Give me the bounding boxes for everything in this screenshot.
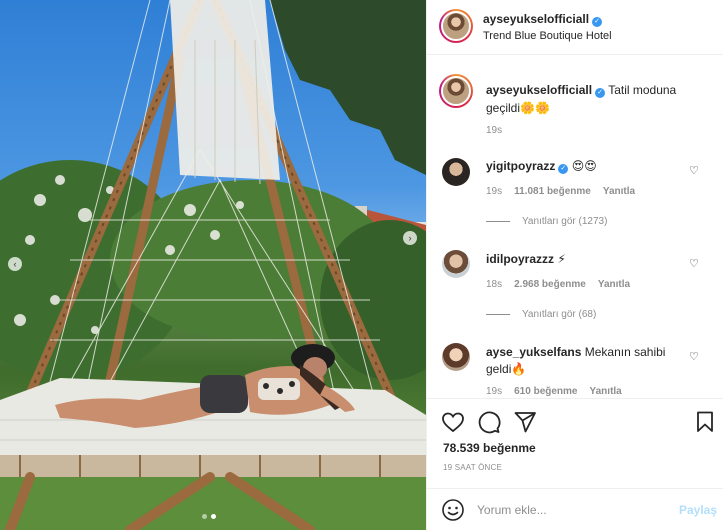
view-replies-label[interactable]: Yanıtları gör (68) xyxy=(522,309,596,320)
comment-text: idilpoyrazzz ⚡ xyxy=(486,251,686,268)
carousel-dot xyxy=(202,514,207,519)
avatar[interactable] xyxy=(442,158,470,186)
avatar[interactable] xyxy=(442,343,470,371)
post-side-panel: ayseyukselofficiall ✓ Trend Blue Boutique… xyxy=(426,0,723,530)
carousel-dot-active xyxy=(211,514,216,519)
post-header: ayseyukselofficiall ✓ Trend Blue Boutique… xyxy=(427,0,723,55)
comment-text: yigitpoyrazz ✓ 😍😍 xyxy=(486,158,686,175)
post-timestamp[interactable]: 19 SAAT ÖNCE xyxy=(443,463,502,472)
photo-illustration xyxy=(0,0,426,530)
comment-meta: 19s 11.081 beğenme Yanıtla xyxy=(486,186,635,197)
like-count[interactable]: 78.539 beğenme xyxy=(443,441,536,455)
share-icon[interactable] xyxy=(513,410,537,434)
comment-time[interactable]: 18s xyxy=(486,279,502,290)
comment-username[interactable]: idilpoyrazzz xyxy=(486,252,554,266)
verified-badge-icon: ✓ xyxy=(592,17,603,27)
comment-icon[interactable] xyxy=(477,410,501,434)
reply-button[interactable]: Yanıtla xyxy=(603,186,635,197)
comments-scroll[interactable]: ayseyukselofficiall ✓ Tatil moduna geçild… xyxy=(427,55,723,398)
comment-time[interactable]: 19s xyxy=(486,386,502,397)
heart-icon[interactable] xyxy=(441,410,465,434)
add-comment-bar: Paylaş xyxy=(427,488,723,530)
view-replies-button[interactable]: Yanıtları gör (68) xyxy=(486,309,596,320)
post-location[interactable]: Trend Blue Boutique Hotel xyxy=(483,30,612,42)
comment-body: ⚡ xyxy=(557,252,566,266)
verified-badge-icon: ✓ xyxy=(558,164,569,174)
verified-badge-icon: ✓ xyxy=(595,88,606,98)
bookmark-icon[interactable] xyxy=(693,410,717,434)
reply-button[interactable]: Yanıtla xyxy=(590,386,622,397)
replies-divider xyxy=(486,314,510,315)
post-comment-button[interactable]: Paylaş xyxy=(679,503,717,517)
heart-icon[interactable]: ♡ xyxy=(689,164,699,177)
view-replies-label[interactable]: Yanıtları gör (1273) xyxy=(522,216,607,227)
avatar[interactable] xyxy=(439,9,473,43)
comment-body: 😍😍 xyxy=(571,159,597,173)
reply-button[interactable]: Yanıtla xyxy=(598,279,630,290)
replies-divider xyxy=(486,221,510,222)
comment-input[interactable] xyxy=(477,500,667,520)
caption-username[interactable]: ayseyukselofficiall xyxy=(486,83,592,97)
post-actions: 78.539 beğenme 19 SAAT ÖNCE xyxy=(427,398,723,488)
comment-likes[interactable]: 11.081 beğenme xyxy=(514,186,591,197)
smiley-icon[interactable] xyxy=(441,498,465,522)
chevron-left-icon[interactable]: ‹ xyxy=(8,257,22,271)
heart-icon[interactable]: ♡ xyxy=(689,350,699,363)
comment-time[interactable]: 19s xyxy=(486,186,502,197)
heart-icon[interactable]: ♡ xyxy=(689,257,699,270)
comment-username[interactable]: yigitpoyrazz xyxy=(486,159,555,173)
caption: ayseyukselofficiall ✓ Tatil moduna geçild… xyxy=(486,81,711,117)
avatar[interactable] xyxy=(442,250,470,278)
comment-meta: 19s 610 beğenme Yanıtla xyxy=(486,386,622,397)
chevron-right-icon[interactable]: › xyxy=(403,231,417,245)
caption-avatar[interactable] xyxy=(439,74,473,108)
post-photo[interactable]: ‹ › xyxy=(0,0,426,530)
view-replies-button[interactable]: Yanıtları gör (1273) xyxy=(486,216,607,227)
author-username[interactable]: ayseyukselofficiall ✓ xyxy=(483,12,603,27)
carousel-indicator xyxy=(202,514,216,519)
comment-likes[interactable]: 610 beğenme xyxy=(514,386,577,397)
author-username-text[interactable]: ayseyukselofficiall xyxy=(483,12,589,26)
comment-username[interactable]: ayse_yukselfans xyxy=(486,345,581,359)
caption-time[interactable]: 19s xyxy=(486,125,502,136)
comment-text: ayse_yukselfans Mekanın sahibi geldi🔥 xyxy=(486,344,686,378)
comment-likes[interactable]: 2.968 beğenme xyxy=(514,279,586,290)
comment-meta: 18s 2.968 beğenme Yanıtla xyxy=(486,279,630,290)
